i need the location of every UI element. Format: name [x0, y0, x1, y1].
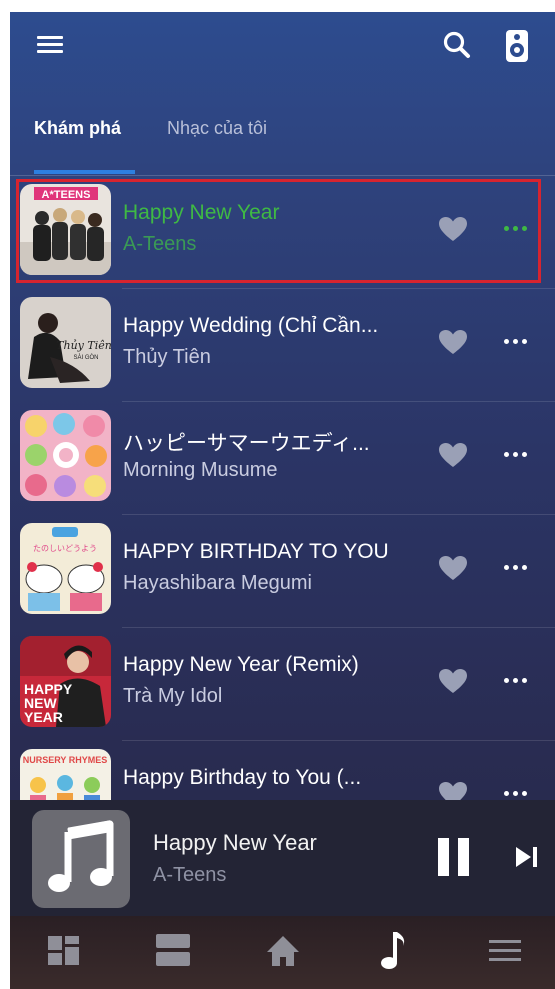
song-artist: A-Teens: [123, 233, 197, 255]
grid-icon[interactable]: [35, 926, 95, 976]
music-note-icon: [48, 820, 114, 892]
song-artist: Trà My Idol: [123, 685, 223, 707]
list-item[interactable]: A*TEENS Happy New Year A-Teens: [10, 176, 555, 289]
app-screen: Khám phá Nhạc của tôi A*TEENS Happy New …: [10, 12, 555, 989]
tab-kham-pha[interactable]: Khám phá: [34, 118, 121, 139]
list-item[interactable]: たのしいどうよう HAPPY BIRTHDAY TO YOU Hayashiba…: [10, 515, 555, 628]
more-icon[interactable]: [502, 559, 530, 577]
song-title: HAPPY BIRTHDAY TO YOU: [123, 540, 389, 563]
tab-bar: Khám phá Nhạc của tôi: [10, 110, 555, 176]
album-art: Thủy Tiên SÀI GÒN: [20, 297, 111, 388]
album-art-text: NURSERY RHYMES: [23, 755, 108, 765]
list-item[interactable]: ハッピーサマーウエディ... Morning Musume: [10, 402, 555, 515]
speaker-icon[interactable]: [504, 28, 530, 64]
song-artist: Hayashibara Megumi: [123, 572, 312, 594]
now-playing-artist: A-Teens: [153, 864, 227, 886]
list-item[interactable]: HAPPY NEW YEAR Happy New Year (Remix) Tr…: [10, 628, 555, 741]
list-item[interactable]: Thủy Tiên SÀI GÒN Happy Wedding (Chỉ Cần…: [10, 289, 555, 402]
top-bar: [10, 12, 555, 82]
more-icon[interactable]: [502, 333, 530, 351]
album-art-text: Thủy Tiên: [56, 339, 111, 352]
pause-icon[interactable]: [436, 838, 472, 878]
album-art-text: SÀI GÒN: [73, 354, 98, 361]
heart-icon[interactable]: [438, 216, 468, 242]
menu-lines-icon[interactable]: [475, 926, 535, 976]
album-art-text: YEAR: [24, 709, 63, 725]
now-playing-title: Happy New Year: [153, 830, 317, 855]
bottom-nav: [10, 916, 555, 989]
heart-icon[interactable]: [438, 668, 468, 694]
home-icon[interactable]: [253, 926, 313, 976]
song-title: Happy New Year: [123, 201, 280, 224]
song-title: Happy Wedding (Chỉ Cần...: [123, 314, 379, 337]
heart-icon[interactable]: [438, 329, 468, 355]
album-art-text: たのしいどうよう: [33, 544, 97, 553]
song-title: ハッピーサマーウエディ...: [123, 432, 370, 455]
music-icon[interactable]: [363, 926, 423, 976]
song-title: Happy Birthday to You (...: [123, 766, 362, 789]
more-icon[interactable]: [502, 672, 530, 690]
heart-icon[interactable]: [438, 555, 468, 581]
song-artist: Thủy Tiên: [123, 346, 211, 368]
now-playing-bar[interactable]: Happy New Year A-Teens: [10, 800, 555, 916]
more-icon[interactable]: [502, 220, 530, 238]
active-tab-indicator: [34, 170, 135, 174]
song-title: Happy New Year (Remix): [123, 653, 359, 676]
search-icon[interactable]: [440, 28, 474, 62]
menu-icon[interactable]: [34, 32, 66, 58]
tab-nhac-cua-toi[interactable]: Nhạc của tôi: [167, 118, 267, 139]
more-icon[interactable]: [502, 446, 530, 464]
song-artist: Morning Musume: [123, 459, 278, 481]
next-icon[interactable]: [513, 844, 541, 870]
list-icon[interactable]: [143, 926, 203, 976]
album-art-text: A*TEENS: [42, 189, 91, 201]
heart-icon[interactable]: [438, 442, 468, 468]
album-art: HAPPY NEW YEAR: [20, 636, 111, 727]
album-art: [20, 410, 111, 501]
now-playing-art: [32, 810, 130, 908]
album-art: A*TEENS: [20, 184, 111, 275]
album-art: たのしいどうよう: [20, 523, 111, 614]
